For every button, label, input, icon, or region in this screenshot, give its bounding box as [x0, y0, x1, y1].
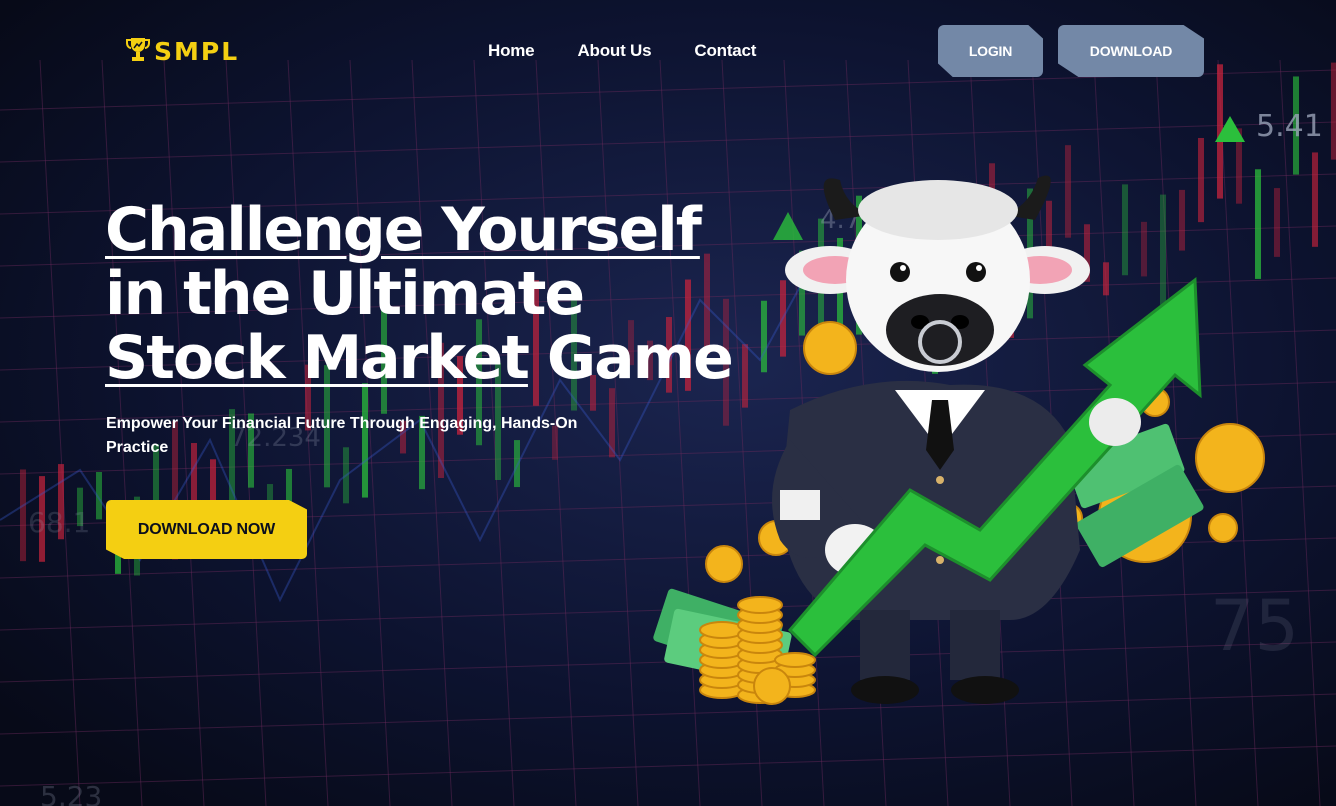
hero-title-line3-underlined: Stock Market	[105, 323, 530, 393]
bg-candle	[20, 469, 26, 562]
hero-title: Challenge Yourself in the Ultimate Stock…	[105, 195, 734, 393]
logo-text: SMPL	[154, 37, 240, 66]
bg-candle	[1312, 152, 1318, 247]
download-button[interactable]: DOWNLOAD	[1058, 25, 1204, 77]
bg-number-4: 68.1	[28, 506, 90, 539]
hero-title-line2: in the Ultimate	[105, 259, 585, 329]
download-now-button[interactable]: DOWNLOAD NOW	[106, 500, 307, 559]
trophy-icon	[126, 36, 150, 67]
nav-home[interactable]: Home	[488, 41, 535, 61]
hero-title-line1: Challenge Yourself	[105, 195, 702, 265]
login-button[interactable]: LOGIN	[938, 25, 1043, 77]
bg-candle	[1331, 62, 1336, 160]
bg-number-1: 5.41	[1256, 109, 1323, 144]
nav-about-us[interactable]: About Us	[577, 41, 651, 61]
hero-subtitle: Empower Your Financial Future Through En…	[106, 415, 578, 456]
bg-number-5: 5.23	[40, 780, 102, 806]
logo[interactable]: SMPL	[126, 36, 239, 67]
main-nav: Home About Us Contact	[488, 41, 756, 61]
bull-mascot-illustration	[640, 150, 1280, 730]
bull-mascot-icon	[653, 175, 1265, 705]
nav-contact[interactable]: Contact	[694, 41, 756, 61]
